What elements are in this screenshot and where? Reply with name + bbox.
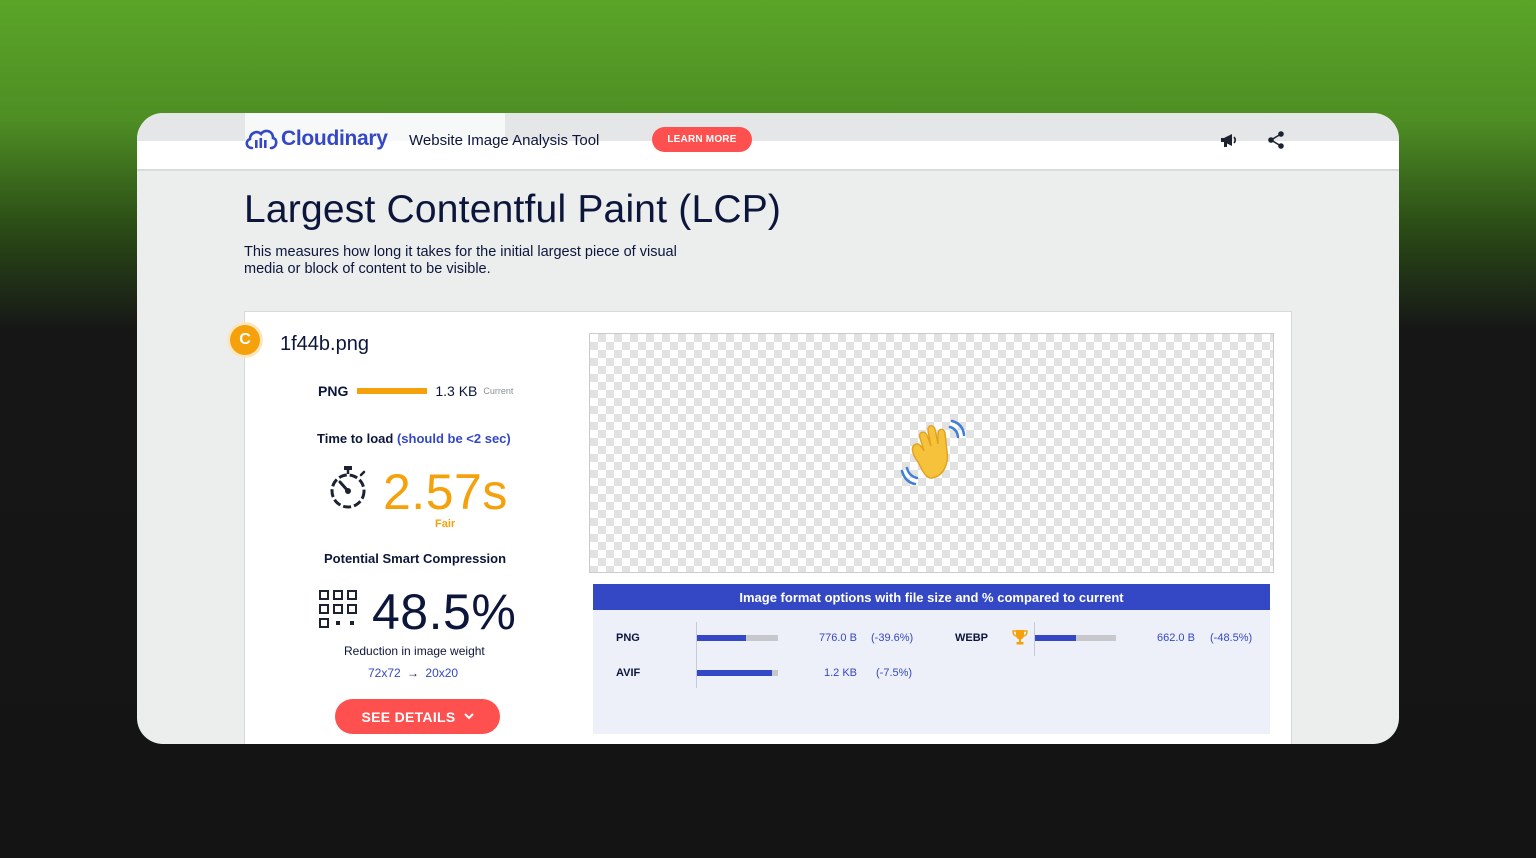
time-hint: (should be <2 sec) [396,431,511,446]
cloud-logo-icon [245,129,278,150]
format-option-size: 776.0 B [819,632,857,644]
page-title: Largest Contentful Paint (LCP) [244,188,782,231]
time-to-load-label: Time to load (should be <2 sec) [317,431,511,446]
learn-more-button[interactable]: LEARN MORE [652,127,752,152]
format-option-fill [697,670,772,676]
dims-to: 20x20 [425,666,459,680]
current-size: 1.3 KB [435,383,478,399]
format-option-fill [697,635,746,641]
format-option-label: WEBP [955,632,988,644]
current-note: Current [483,386,514,396]
compression-value: 48.5% [372,584,517,640]
dims-from: 72x72 [368,666,401,680]
see-details-label: SEE DETAILS [361,708,456,725]
grade-badge: C [230,325,260,355]
format-options-panel: Image format options with file size and … [593,584,1270,734]
format-option-fill [1035,635,1077,641]
megaphone-icon[interactable] [1218,129,1240,151]
format-option-label: AVIF [616,667,641,679]
reduction-label: Reduction in image weight [344,644,485,658]
format-option-pct: (-39.6%) [871,632,914,644]
format-option-label: PNG [616,632,640,644]
current-format-label: PNG [318,383,349,399]
app-window: Cloudinary Website Image Analysis Tool L… [137,113,1399,744]
current-size-bar [357,388,428,394]
stopwatch-icon [330,466,366,509]
format-options-heading: Image format options with file size and … [593,584,1270,610]
dimensions-change: 72x72 → 20x20 [368,666,458,680]
current-format-row: PNG 1.3 KB Current [318,383,513,399]
image-filename: 1f44b.png [280,333,369,355]
format-option-size: 662.0 B [1157,632,1195,644]
top-navigation-bar: Cloudinary Website Image Analysis Tool L… [137,113,1399,171]
see-details-button[interactable]: SEE DETAILS [335,699,500,734]
share-icon[interactable] [1265,129,1287,151]
compression-label: Potential Smart Compression [324,551,507,566]
image-preview [589,333,1274,573]
load-time-rating: Fair [435,518,456,530]
divider [696,622,697,688]
format-option-bar [1035,635,1116,641]
format-option-bar [697,635,778,641]
chevron-down-icon [463,713,474,720]
page-description: This measures how long it takes for the … [244,244,677,277]
format-option-pct: (-48.5%) [1210,632,1253,644]
format-option-size: 1.2 KB [824,667,858,679]
logo-text: Cloudinary [281,127,388,150]
waving-hand-image [900,419,966,486]
compression-grid-icon [319,590,357,628]
format-option-bar [697,670,778,676]
trophy-icon [1012,630,1028,645]
time-label: Time to load [317,431,394,446]
cloudinary-logo[interactable]: Cloudinary [244,127,388,151]
format-option-pct: (-7.5%) [876,667,913,679]
load-time-value: 2.57s [383,464,508,520]
arrow-right-icon: → [407,666,420,680]
tool-title: Website Image Analysis Tool [409,132,600,149]
